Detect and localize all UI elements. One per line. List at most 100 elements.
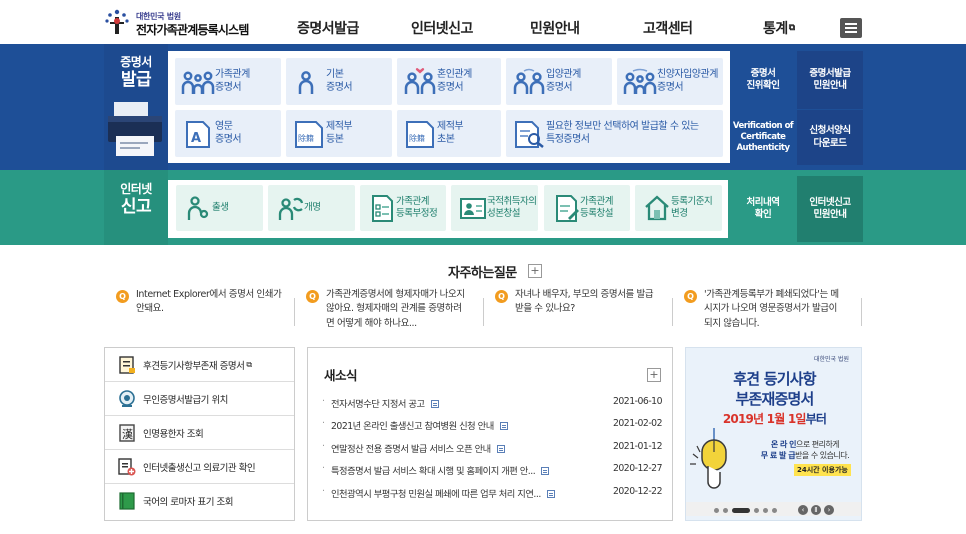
faq-item[interactable]: Q '가족관계등록부가 폐쇄되었다'는 메 시지가 나오며 영문증명서가 발급이 되… bbox=[674, 288, 860, 329]
banner-free-text: 받을 수 있습니다. bbox=[795, 451, 850, 460]
tile-naturalized-surname[interactable]: 국적취득자의 성본창설 bbox=[451, 185, 538, 231]
side-label-line2: 민원안내 bbox=[813, 209, 847, 220]
link-report-civil-guide[interactable]: 인터넷신고 민원안내 bbox=[797, 176, 863, 242]
news-item[interactable]: · 인천광역시 부평구청 민원실 폐쇄에 따른 업무 처리 지연... 2020… bbox=[322, 486, 663, 500]
tile-adoption-certificate[interactable]: 입양관계 증명서 bbox=[506, 58, 612, 105]
nav-statistics[interactable]: 통계⧉ bbox=[763, 18, 795, 38]
tile-english-certificate[interactable]: A 영문 증명서 bbox=[175, 110, 281, 157]
nav-statistics-label: 통계 bbox=[763, 21, 788, 37]
faq-q-icon: Q bbox=[116, 290, 129, 303]
side-label-line2: 민원안내 bbox=[813, 80, 847, 91]
news-item[interactable]: · 전자서명수단 지정서 공고 2021-06-10 bbox=[322, 396, 663, 410]
faq-text-line2: 받을 수 있나요? bbox=[515, 303, 575, 315]
pager-dot[interactable] bbox=[714, 508, 719, 513]
banner-pager: ‹ Ⅱ › bbox=[686, 502, 861, 516]
tile-label-line1: 혼인관계 bbox=[437, 69, 472, 80]
news-more-button[interactable]: + bbox=[647, 368, 661, 382]
tile-label-line1: 제적부 bbox=[437, 121, 464, 132]
faq-text-line1: Internet Explorer에서 증명서 인쇄가 bbox=[136, 289, 282, 300]
link-certificate-verification[interactable]: 증명서 진위확인 bbox=[730, 51, 796, 109]
tile-label-line2: 등본 bbox=[326, 133, 344, 145]
tile-removed-register-abstract[interactable]: 除籍 제적부 초본 bbox=[397, 110, 501, 157]
pager-dot[interactable] bbox=[754, 508, 759, 513]
quick-link-birth-hospital[interactable]: 인터넷출생신고 의료기관 확인 bbox=[105, 450, 294, 484]
banner-next-icon[interactable]: › bbox=[824, 505, 834, 515]
faq-item[interactable]: Q 자녀나 배우자, 부모의 증명서를 발급 받을 수 있나요? bbox=[485, 288, 671, 328]
faq-more-button[interactable]: + bbox=[528, 264, 542, 278]
tile-base-address-change[interactable]: 등록기준지 변경 bbox=[635, 185, 722, 231]
nav-certificate-issuance[interactable]: 증명서발급 bbox=[297, 18, 359, 38]
faq-item[interactable]: Q Internet Explorer에서 증명서 인쇄가 안돼요. bbox=[106, 288, 292, 328]
faq-item[interactable]: Q 가족관계증명서에 형제자매가 나오지 않아요. 형제자매의 관계를 증명하려 면… bbox=[296, 288, 482, 329]
quick-link-guardianship-certificate[interactable]: 후견등기사항부존재 증명서 ⧉ bbox=[105, 348, 294, 382]
family-adoption-icon bbox=[623, 68, 657, 94]
quick-link-label: 인명용한자 조회 bbox=[143, 429, 204, 440]
pager-dot[interactable] bbox=[763, 508, 768, 513]
hamburger-line bbox=[845, 31, 857, 33]
faq-divider bbox=[861, 298, 862, 326]
pager-dot[interactable] bbox=[723, 508, 728, 513]
quick-link-kiosk-location[interactable]: 무인증명서발급기 위치 bbox=[105, 382, 294, 416]
tile-label-line1: 입양관계 bbox=[546, 69, 581, 80]
link-verification-english[interactable]: Verification of Certificate Authenticity bbox=[730, 110, 796, 165]
banner-date-suffix: 부터 bbox=[805, 412, 827, 426]
hamburger-menu-button[interactable] bbox=[840, 18, 862, 38]
link-processing-history[interactable]: 처리내역 확인 bbox=[730, 176, 796, 242]
pager-dot[interactable] bbox=[772, 508, 777, 513]
tile-marriage-certificate[interactable]: 혼인관계 증명서 bbox=[397, 58, 501, 105]
hamburger-line bbox=[845, 27, 857, 29]
tile-specific-certificate[interactable]: 필요한 정보만 선택하여 발급할 수 있는 특정증명서 bbox=[506, 110, 723, 157]
mouse-click-icon bbox=[690, 428, 727, 489]
tile-label-line1: 가족관계 bbox=[215, 69, 250, 80]
news-item-date: 2021-06-10 bbox=[612, 396, 663, 407]
quick-link-label: 인터넷출생신고 의료기관 확인 bbox=[143, 463, 256, 474]
tile-family-relation-certificate[interactable]: 가족관계 증명서 bbox=[175, 58, 281, 105]
news-bullet: · bbox=[322, 441, 325, 452]
side-label-line1: 신청서양식 bbox=[809, 125, 851, 137]
news-item[interactable]: · 특정증명서 발급 서비스 확대 시행 및 홈페이지 개편 안... 2020… bbox=[322, 463, 663, 477]
link-issuance-civil-guide[interactable]: 증명서발급 민원안내 bbox=[797, 51, 863, 109]
tile-label-line2: 증명서 bbox=[326, 81, 353, 93]
tile-basic-certificate[interactable]: 기본 증명서 bbox=[286, 58, 392, 105]
promo-banner[interactable]: 대한민국 법원 후견 등기사항 부존재증명서 2019년 1월 1일부터 온 라… bbox=[685, 347, 862, 521]
tile-label-line1: 기본 bbox=[326, 69, 344, 80]
banner-pause-icon[interactable]: Ⅱ bbox=[811, 505, 821, 515]
site-logo[interactable]: 대한민국 법원 전자가족관계등록시스템 bbox=[104, 8, 249, 38]
faq-q-icon: Q bbox=[495, 290, 508, 303]
quick-link-romanization[interactable]: 국어의 로마자 표기 조회 bbox=[105, 484, 294, 518]
side-label-line1: Verification of bbox=[732, 120, 794, 131]
quick-link-hanja-lookup[interactable]: 漢 인명용한자 조회 bbox=[105, 416, 294, 450]
tile-label-line1: 개명 bbox=[304, 202, 321, 213]
report-title-line2: 신고 bbox=[120, 197, 152, 217]
news-item[interactable]: · 연말정산 전용 증명서 발급 서비스 오픈 안내 2021-01-12 bbox=[322, 441, 663, 455]
news-item-date: 2020-12-22 bbox=[612, 486, 663, 497]
link-form-download[interactable]: 신청서양식 다운로드 bbox=[797, 110, 863, 165]
tile-full-adoption-certificate[interactable]: 친양자입양관계 증명서 bbox=[617, 58, 723, 105]
nav-internet-report[interactable]: 인터넷신고 bbox=[411, 18, 473, 38]
banner-prev-icon[interactable]: ‹ bbox=[798, 505, 808, 515]
banner-24h-badge: 24시간 이용가능 bbox=[794, 464, 851, 476]
news-item[interactable]: · 2021년 온라인 출생신고 참여병원 신청 안내 2021-02-02 bbox=[322, 418, 663, 432]
nav-civil-guide[interactable]: 민원안내 bbox=[530, 18, 580, 38]
couple-icon bbox=[404, 68, 436, 94]
issuance-title-line1: 증명서 bbox=[120, 55, 152, 69]
tile-register-correction[interactable]: 가족관계 등록부정정 bbox=[360, 185, 446, 231]
pager-dot-active[interactable] bbox=[732, 508, 750, 513]
faq-text-line1: 가족관계증명서에 형제자매가 나오지 bbox=[326, 289, 465, 300]
document-icon bbox=[430, 400, 439, 408]
news-panel: 새소식 + · 전자서명수단 지정서 공고 2021-06-10 · 2021년… bbox=[307, 347, 673, 521]
nav-customer-center[interactable]: 고객센터 bbox=[643, 18, 693, 38]
faq-divider bbox=[294, 298, 295, 326]
banner-heading-line1: 후견 등기사항 bbox=[733, 370, 816, 388]
tile-label-line1: 가족관계 bbox=[396, 196, 429, 207]
tile-register-creation[interactable]: 가족관계 등록창설 bbox=[544, 185, 630, 231]
faq-divider bbox=[672, 298, 673, 326]
svg-text:A: A bbox=[191, 131, 201, 146]
quick-link-label: 후견등기사항부존재 증명서 bbox=[143, 361, 245, 372]
tile-rename-report[interactable]: 개명 bbox=[268, 185, 355, 231]
faq-text-line3: 되지 않습니다. bbox=[704, 317, 760, 329]
tile-label-line1: 등록기준지 bbox=[671, 196, 713, 207]
register-abstract-icon: 除籍 bbox=[406, 121, 434, 148]
tile-removed-register-copy[interactable]: 除籍 제적부 등본 bbox=[286, 110, 392, 157]
tile-birth-report[interactable]: 출생 bbox=[176, 185, 263, 231]
